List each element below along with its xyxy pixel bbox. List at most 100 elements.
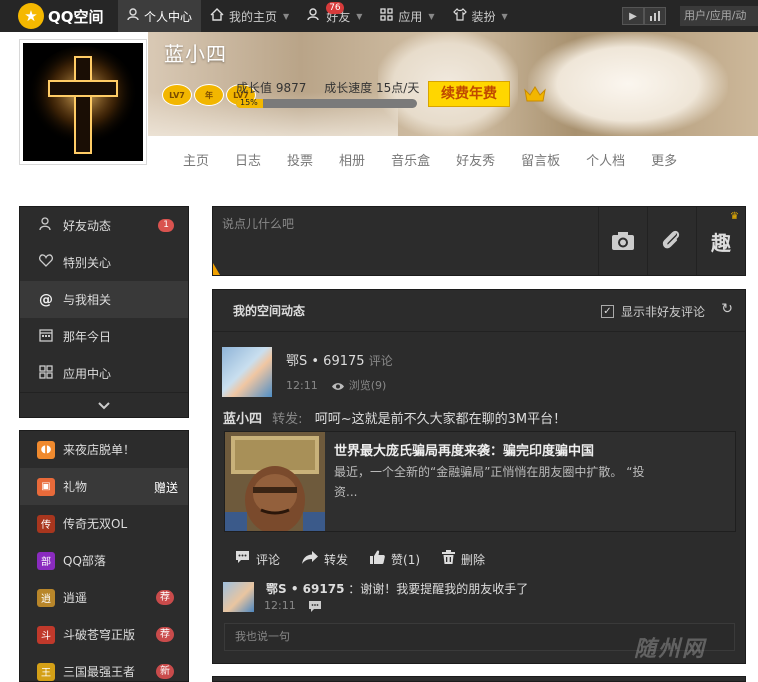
app-label: 礼物 <box>63 480 88 494</box>
fun-icon[interactable]: 趣 ♛ <box>696 207 745 275</box>
level-badge[interactable]: LV7 <box>162 84 192 106</box>
forward-button[interactable]: 转发 <box>302 550 348 568</box>
person-icon <box>127 7 139 25</box>
app-item[interactable]: ◖◗ 来夜店脱单！ <box>20 431 188 468</box>
logo-text: QQ空间 <box>48 7 104 26</box>
app-label: 逍遥 <box>63 591 88 605</box>
qq-tribe-icon: 部 <box>37 551 55 570</box>
xiaoyao-game-icon: 逍 <box>37 588 55 607</box>
tab-music[interactable]: 音乐盒 <box>391 150 430 169</box>
sidebar-item-label: 特别关心 <box>63 256 112 270</box>
home-icon <box>210 7 224 25</box>
tab-album[interactable]: 相册 <box>339 150 365 169</box>
like-button[interactable]: 赞(1) <box>370 550 420 568</box>
article-title[interactable]: 世界最大庞氏骗局再度来袭：骗完印度骗中国 <box>334 440 594 459</box>
qzone-star-icon: ★ <box>18 3 44 29</box>
composer-placeholder: 说点儿什么吧 <box>222 217 295 231</box>
attachment-link-icon[interactable] <box>647 207 696 275</box>
sidebar-item-special-care[interactable]: 特别关心 <box>20 244 188 281</box>
tab-profile[interactable]: 个人档 <box>586 150 625 169</box>
show-nonfriend-comments-toggle[interactable]: ✓ 显示非好友评论 <box>600 303 705 320</box>
at-icon: @ <box>39 291 53 308</box>
app-item[interactable]: 斗 斗破苍穹正版 荐 <box>20 616 188 653</box>
send-gift-link[interactable]: 赠送 <box>154 479 178 496</box>
app-item[interactable]: 传 传奇无双OL <box>20 505 188 542</box>
year-vip-badge[interactable]: 年 <box>194 84 224 106</box>
expand-chevron-icon[interactable] <box>20 392 188 418</box>
gift-app-icon: ▣ <box>37 477 55 496</box>
refresh-icon[interactable]: ↻ <box>721 301 733 317</box>
calendar-icon <box>37 328 55 346</box>
nav-dress-up[interactable]: 装扮 ▼ <box>444 0 517 32</box>
feed-header: 我的空间动态 ✓ 显示非好友评论 ↻ <box>213 290 745 332</box>
app-item[interactable]: 部 QQ部落 <box>20 542 188 579</box>
sidebar-item-friend-feed[interactable]: 好友动态 1 <box>20 207 188 244</box>
cross-avatar-image <box>23 43 143 161</box>
profile-avatar[interactable] <box>19 39 147 165</box>
post-author-avatar[interactable] <box>222 347 272 397</box>
post-meta: 12:11 浏览(9) <box>286 377 386 393</box>
chevron-down-icon: ▼ <box>428 11 435 21</box>
post-author-name[interactable]: 鄂S • 69175 <box>286 354 365 369</box>
sidebar-item-app-center[interactable]: 应用中心 <box>20 355 188 392</box>
sidebar-item-this-day[interactable]: 那年今日 <box>20 318 188 355</box>
tab-friend-show[interactable]: 好友秀 <box>456 150 495 169</box>
renew-annual-button[interactable]: 续费年费 <box>428 81 510 107</box>
app-item[interactable]: ▣ 礼物 赠送 <box>20 468 188 505</box>
tab-blog[interactable]: 日志 <box>235 150 261 169</box>
checkbox-checked-icon[interactable]: ✓ <box>600 305 614 318</box>
reply-meta: 12:11 <box>264 599 322 612</box>
post-views: 浏览(9) <box>348 379 387 392</box>
nav-label: 我的主页 <box>229 9 278 24</box>
doupo-game-icon: 斗 <box>37 625 55 644</box>
trash-icon <box>442 550 456 568</box>
qzone-logo[interactable]: ★ QQ空间 <box>0 0 118 32</box>
tab-message-board[interactable]: 留言板 <box>521 150 560 169</box>
left-sidebar: 好友动态 1 特别关心 @ 与我相关 那年今日 应用中心 <box>19 206 189 418</box>
growth-speed: 成长速度 15点/天 <box>324 81 420 95</box>
comment-icon <box>235 550 250 568</box>
post-actions: 评论 转发 赞(1) 删除 <box>213 550 745 568</box>
nav-my-homepage[interactable]: 我的主页 ▼ <box>201 0 298 32</box>
sidebar-item-related-to-me[interactable]: @ 与我相关 <box>20 281 188 318</box>
app-item[interactable]: 王 三国最强王者 新 <box>20 653 188 682</box>
reply-author-avatar[interactable] <box>223 582 254 612</box>
app-item[interactable]: 逍 逍遥 荐 <box>20 579 188 616</box>
chevron-down-icon: ▼ <box>356 11 363 21</box>
share-arrow-icon <box>302 550 319 568</box>
composer-tools: 趣 ♛ <box>598 207 745 275</box>
tab-more[interactable]: 更多 <box>651 150 677 169</box>
post-text: 呵呵~这就是前不久大家都在聊的3M平台！ <box>314 412 567 427</box>
sidebar-item-label: 好友动态 <box>63 219 112 233</box>
friends-icon <box>37 216 55 235</box>
camera-icon[interactable] <box>598 207 647 275</box>
nav-label: 装扮 <box>471 9 496 24</box>
bar-chart-icon[interactable] <box>644 7 666 25</box>
growth-value: 成长值 9877 <box>236 81 307 95</box>
reply-comment-icon[interactable] <box>309 599 322 612</box>
status-composer[interactable]: 说点儿什么吧 趣 ♛ <box>212 206 746 276</box>
shared-article-card[interactable]: 世界最大庞氏骗局再度来袭：骗完印度骗中国 最近，一个全新的“金融骗局”正悄悄在朋… <box>224 431 736 534</box>
nav-apps[interactable]: 应用 ▼ <box>371 0 443 32</box>
nav-personal-center[interactable]: 个人中心 <box>118 0 202 32</box>
reply-content: 鄂S • 69175 ：谢谢！我要提醒我的朋友收手了 <box>266 580 528 597</box>
search-input[interactable]: 用户/应用/动 <box>680 6 758 26</box>
progress-label: 15% <box>240 99 258 107</box>
sidebar-item-label: 与我相关 <box>63 293 112 307</box>
forward-label: 转发: <box>272 412 303 427</box>
post-forwarder-name[interactable]: 蓝小四 <box>223 412 262 427</box>
reply-text: ：谢谢！我要提醒我的朋友收手了 <box>348 582 529 596</box>
delete-button[interactable]: 删除 <box>442 550 485 568</box>
legend-game-icon: 传 <box>37 514 55 533</box>
nav-label: 个人中心 <box>144 9 193 24</box>
reply-author-name[interactable]: 鄂S • 69175 <box>266 582 344 596</box>
nav-friends[interactable]: 76 好友 ▼ <box>298 0 371 32</box>
crown-icon[interactable] <box>523 84 547 104</box>
comment-button[interactable]: 评论 <box>235 550 280 568</box>
nightclub-app-icon: ◖◗ <box>37 440 55 459</box>
tab-vote[interactable]: 投票 <box>287 150 313 169</box>
play-icon[interactable]: ▶ <box>622 7 644 25</box>
feed-panel: 我的空间动态 ✓ 显示非好友评论 ↻ 鄂S • 69175 评论 12:11 浏… <box>212 289 746 664</box>
action-label: 赞(1) <box>391 552 421 567</box>
tab-home[interactable]: 主页 <box>183 150 209 169</box>
